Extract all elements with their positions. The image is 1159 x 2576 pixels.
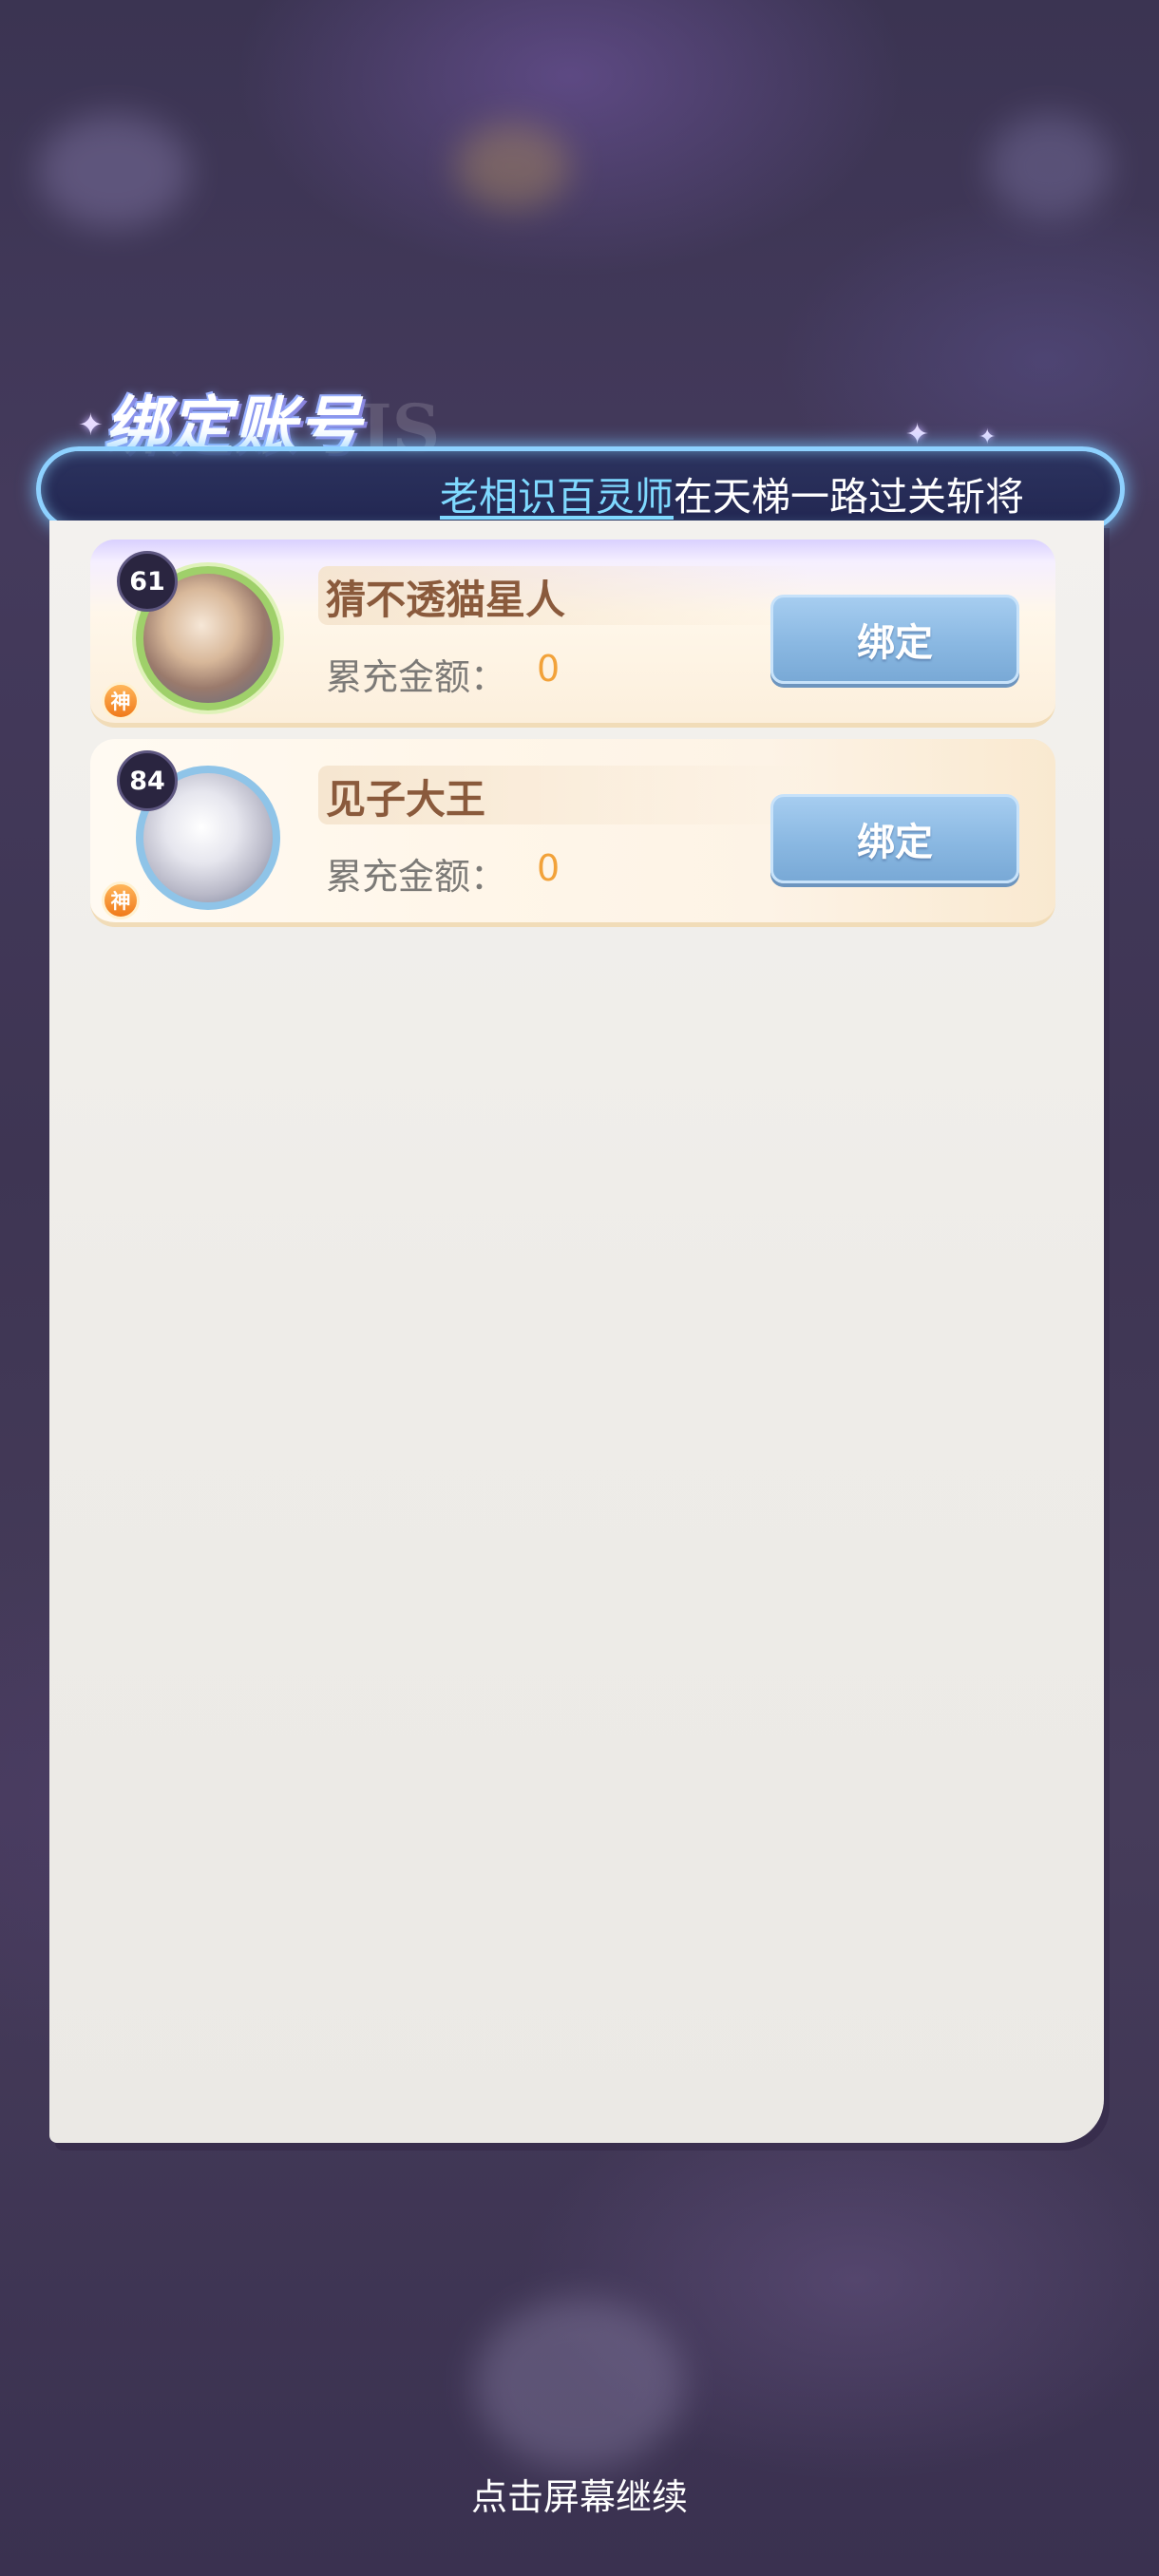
background-blur — [456, 123, 570, 209]
ticker-message: 老相识百灵师在天梯一路过关斩将 — [440, 464, 1024, 521]
ticker-player-link[interactable]: 老相识百灵师 — [440, 474, 674, 520]
account-card: 61 神 猜不透猫星人 累充金额： 0 绑定 — [90, 540, 1055, 728]
recharge-label: 累充金额： — [326, 656, 507, 698]
background-blur — [475, 2299, 684, 2470]
tap-to-continue[interactable]: 点击屏幕继续 — [0, 2468, 1159, 2520]
account-name: 见子大王 — [326, 776, 486, 823]
background-blur — [988, 114, 1112, 218]
level-badge: 61 — [117, 551, 178, 612]
background-blur — [38, 114, 190, 228]
account-card: 84 神 见子大王 累充金额： 0 绑定 — [90, 739, 1055, 927]
recharge-value: 0 — [537, 847, 560, 889]
tier-badge: 神 — [102, 881, 140, 919]
level-badge: 84 — [117, 750, 178, 811]
bind-button[interactable]: 绑定 — [770, 794, 1019, 883]
bind-button[interactable]: 绑定 — [770, 595, 1019, 684]
account-name: 猜不透猫星人 — [326, 577, 566, 623]
tier-badge: 神 — [102, 682, 140, 720]
recharge-value: 0 — [537, 648, 560, 690]
announcement-ticker: 老相识百灵师在天梯一路过关斩将 — [36, 446, 1125, 532]
ticker-text: 在天梯一路过关斩将 — [674, 474, 1024, 520]
recharge-label: 累充金额： — [326, 856, 507, 898]
sparkle-icon: ✦ — [78, 407, 104, 443]
